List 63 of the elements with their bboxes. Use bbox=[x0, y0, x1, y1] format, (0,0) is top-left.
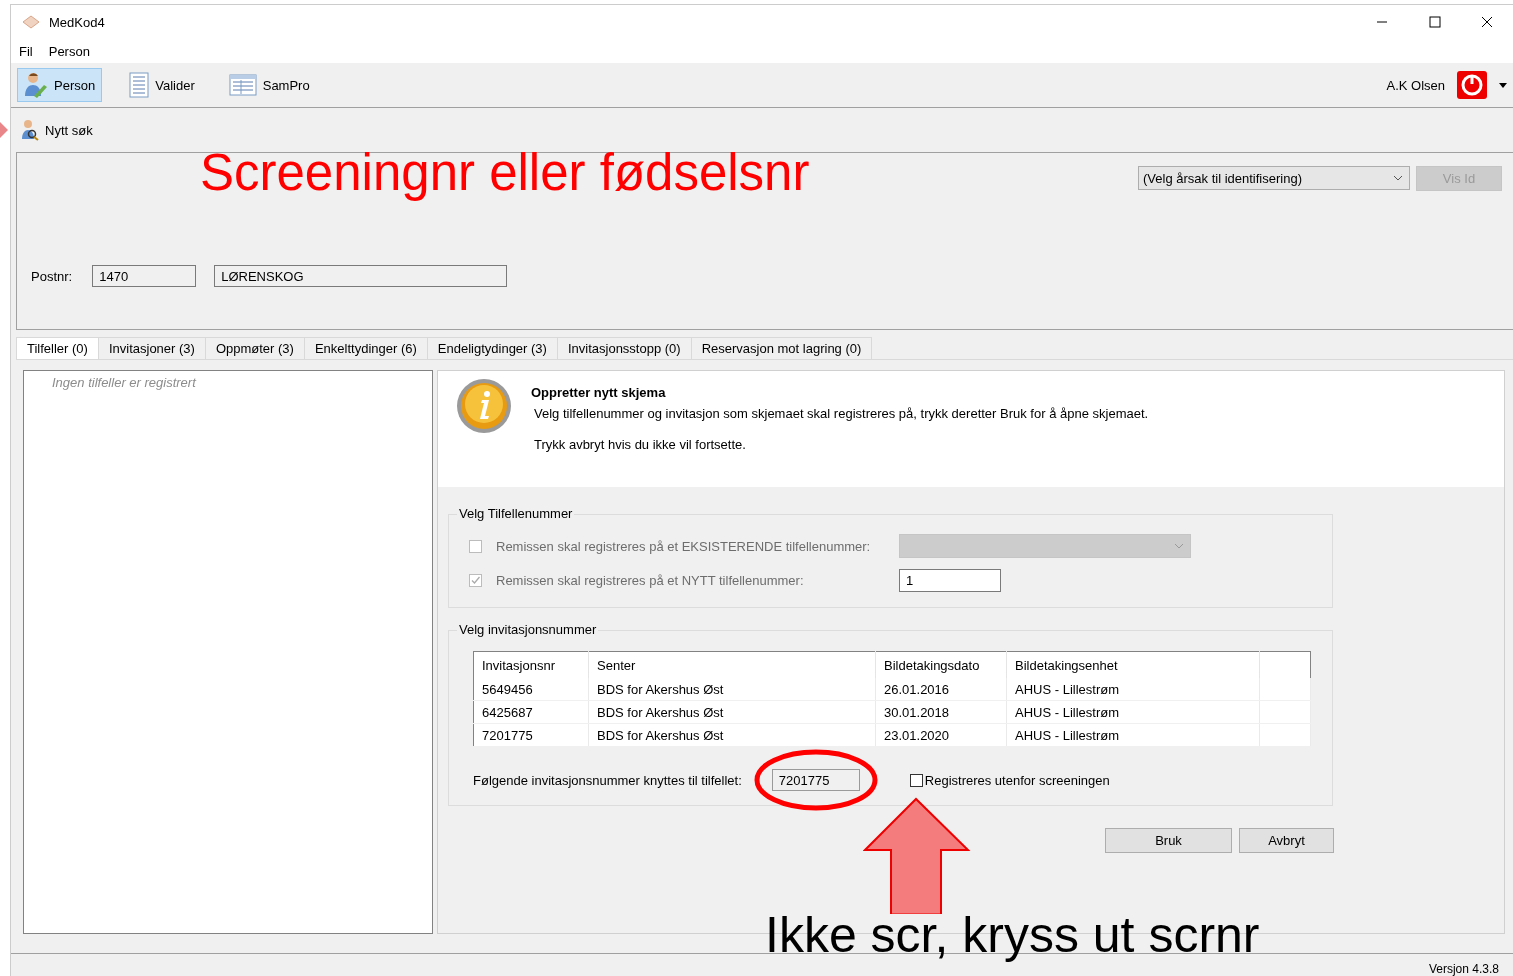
tab[interactable]: Reservasjon mot lagring (0) bbox=[690, 337, 873, 359]
pointer-arrow-icon bbox=[0, 122, 8, 138]
group-legend: Velg Tilfellenummer bbox=[457, 506, 575, 521]
column-header[interactable]: Senter bbox=[588, 651, 876, 678]
toolbar-button[interactable]: SamPro bbox=[221, 68, 317, 102]
info-title: Oppretter nytt skjema bbox=[531, 385, 667, 400]
table-cell: 26.01.2016 bbox=[875, 678, 1007, 701]
person-pencil-icon bbox=[24, 72, 48, 98]
linked-invitation-label: Følgende invitasjonsnummer knyttes til tilfellet: bbox=[473, 772, 742, 788]
info-hint: Trykk avbryt hvis du ikke vil fortsette. bbox=[534, 437, 747, 452]
toolbar-button[interactable]: Valider bbox=[122, 68, 202, 102]
chevron-down-icon bbox=[1174, 543, 1184, 549]
table-cell: 23.01.2020 bbox=[875, 723, 1007, 747]
table-window-icon bbox=[228, 74, 257, 96]
table-cell: 5649456 bbox=[473, 678, 589, 701]
option-label: Remissen skal registreres på et EKSISTERENDE tilfellenummer: bbox=[495, 538, 872, 554]
table-cell: AHUS - Lillestrøm bbox=[1006, 678, 1260, 701]
table-cell: 7201775 bbox=[473, 723, 589, 747]
postnr-field[interactable]: 1470 bbox=[92, 265, 197, 287]
person-search-icon bbox=[21, 119, 39, 141]
tab[interactable]: Enkelttydinger (6) bbox=[303, 337, 428, 359]
tab[interactable]: Invitasjoner (3) bbox=[97, 337, 206, 359]
window-title: MedKod4 bbox=[49, 14, 105, 30]
table-cell: AHUS - Lillestrøm bbox=[1006, 723, 1260, 747]
app-logo-icon bbox=[21, 14, 41, 30]
tab[interactable]: Tilfeller (0) bbox=[16, 337, 99, 359]
power-button-icon[interactable] bbox=[1457, 71, 1487, 99]
new-search-link[interactable]: Nytt søk bbox=[45, 122, 93, 138]
column-header[interactable]: Bildetakingsdato bbox=[875, 651, 1007, 678]
list-document-icon bbox=[129, 72, 150, 98]
menu-item[interactable]: Fil bbox=[19, 43, 33, 59]
checkbox-label: Registreres utenfor screeningen bbox=[924, 772, 1110, 788]
place-field[interactable]: LØRENSKOG bbox=[214, 265, 508, 287]
group-legend: Velg invitasjonsnummer bbox=[457, 622, 599, 637]
table-cell: 6425687 bbox=[473, 700, 589, 724]
chevron-down-icon bbox=[1393, 175, 1403, 181]
table-cell: BDS for Akershus Øst bbox=[588, 678, 876, 701]
info-icon bbox=[455, 377, 513, 435]
empty-list-text: Ingen tilfeller er registrert bbox=[52, 375, 196, 390]
version-text: Versjon 4.3.8 bbox=[1428, 962, 1499, 976]
info-text: Velg tilfellenummer og invitasjon som skjemaet skal registreres på, trykk deretter Bruk for å åpne skjemaet. bbox=[534, 406, 1149, 421]
menu-item[interactable]: Person bbox=[48, 43, 90, 59]
user-name: A.K Olsen bbox=[1386, 77, 1445, 93]
dialog-button[interactable]: Bruk bbox=[1105, 828, 1232, 853]
option-label: Remissen skal registreres på et NYTT tilfellenummer: bbox=[495, 572, 805, 588]
tab[interactable]: Oppmøter (3) bbox=[204, 337, 305, 359]
postnr-label: Postnr: bbox=[31, 268, 73, 284]
table-cell: AHUS - Lillestrøm bbox=[1006, 700, 1260, 724]
tab[interactable]: Invitasjonsstopp (0) bbox=[556, 337, 692, 359]
table-cell: 30.01.2018 bbox=[875, 700, 1007, 724]
column-header[interactable]: Invitasjonsnr bbox=[473, 651, 589, 678]
linked-invitation-field[interactable]: 7201775 bbox=[771, 769, 860, 791]
table-cell: BDS for Akershus Øst bbox=[588, 723, 876, 747]
reason-dropdown[interactable]: (Velg årsak til identifisering) bbox=[1138, 166, 1410, 190]
caret-icon[interactable] bbox=[1499, 82, 1507, 88]
dialog-button[interactable]: Avbryt bbox=[1239, 828, 1334, 853]
table-cell: BDS for Akershus Øst bbox=[588, 700, 876, 724]
checkbox[interactable] bbox=[909, 773, 923, 787]
annotation-heading: Screeningnr eller fødselsnr bbox=[200, 143, 810, 202]
toolbar-button[interactable]: Person bbox=[17, 68, 103, 102]
column-header[interactable]: Bildetakingsenhet bbox=[1006, 651, 1260, 678]
tab[interactable]: Endeligtydinger (3) bbox=[426, 337, 558, 359]
annotation-note: Ikke scr, kryss ut scrnr bbox=[765, 906, 1260, 964]
